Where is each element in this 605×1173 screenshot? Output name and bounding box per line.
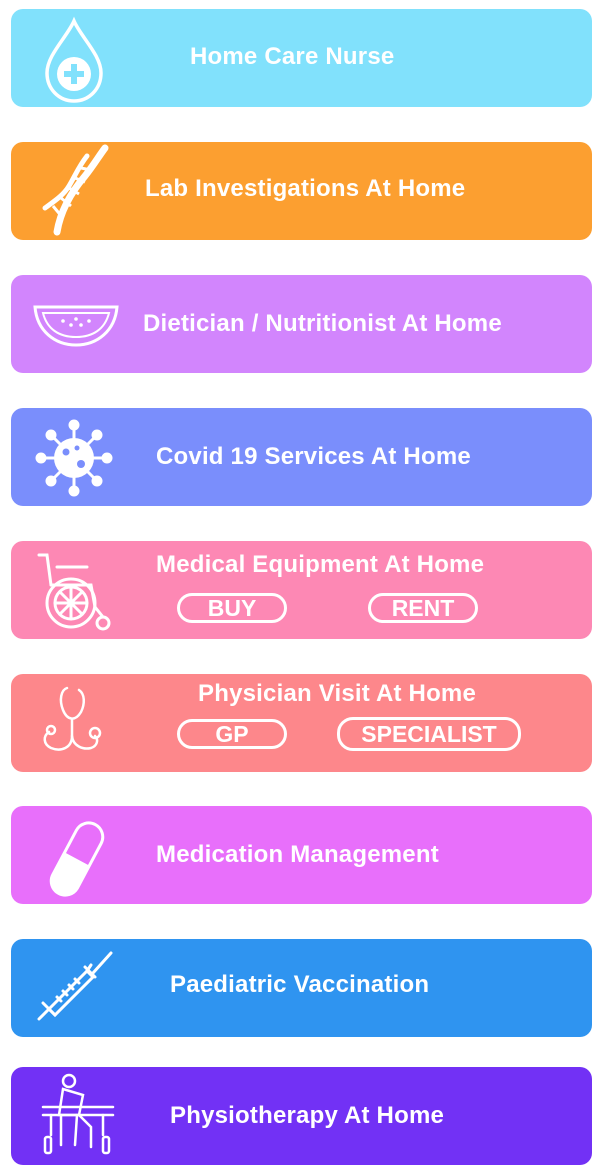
watermelon-icon — [33, 279, 119, 369]
service-card-lab-investigations[interactable]: Lab Investigations At Home — [11, 142, 592, 240]
service-title: Covid 19 Services At Home — [156, 443, 471, 470]
service-card-dietician[interactable]: Dietician / Nutritionist At Home — [11, 275, 592, 373]
rent-button[interactable]: RENT — [368, 593, 478, 623]
service-title: Physician Visit At Home — [198, 680, 477, 707]
service-title: Medical Equipment At Home — [156, 551, 485, 578]
service-card-covid-19[interactable]: Covid 19 Services At Home — [11, 408, 592, 506]
capsule-icon — [47, 814, 107, 904]
gp-button[interactable]: GP — [177, 719, 287, 749]
service-card-paediatric-vaccination[interactable]: Paediatric Vaccination — [11, 939, 592, 1037]
dna-icon — [39, 144, 109, 236]
stethoscope-icon — [39, 678, 109, 768]
service-card-physiotherapy[interactable]: Physiotherapy At Home — [11, 1067, 592, 1165]
service-card-physician-visit[interactable]: Physician Visit At Home GP SPECIALIST — [11, 674, 592, 772]
virus-icon — [35, 414, 113, 504]
service-title: Home Care Nurse — [190, 43, 395, 70]
service-card-medical-equipment[interactable]: Medical Equipment At Home BUY RENT — [11, 541, 592, 639]
service-title: Dietician / Nutritionist At Home — [143, 310, 502, 337]
blood-drop-plus-icon — [39, 15, 109, 105]
wheelchair-icon — [37, 545, 113, 635]
syringe-icon — [35, 945, 115, 1035]
service-title: Physiotherapy At Home — [170, 1102, 445, 1129]
service-title: Medication Management — [156, 841, 439, 868]
service-card-medication-management[interactable]: Medication Management — [11, 806, 592, 904]
service-title: Lab Investigations At Home — [145, 175, 466, 202]
specialist-button[interactable]: SPECIALIST — [337, 717, 521, 751]
service-card-home-care-nurse[interactable]: Home Care Nurse — [11, 9, 592, 107]
buy-button[interactable]: BUY — [177, 593, 287, 623]
service-title: Paediatric Vaccination — [170, 971, 430, 998]
physiotherapy-icon — [39, 1073, 119, 1163]
